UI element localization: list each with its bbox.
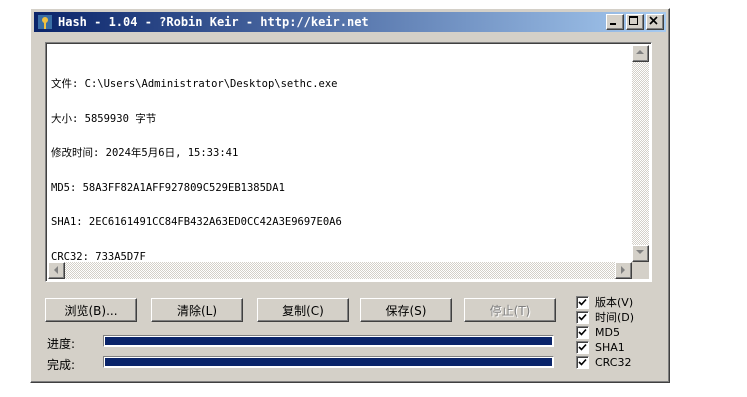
save-button[interactable]: 保存(S)	[360, 298, 452, 322]
sha1-line: SHA1: 2EC6161491CC84FB432A63ED0CC42A3E96…	[51, 216, 342, 228]
stop-button: 停止(T)	[464, 298, 556, 322]
scroll-down-button[interactable]	[632, 245, 649, 262]
checkbox-box[interactable]	[576, 325, 589, 339]
clear-button[interactable]: 清除(L)	[151, 298, 243, 322]
modified-line: 修改时间: 2024年5月6日, 15:33:41	[51, 147, 239, 159]
checkmark-icon	[578, 328, 587, 336]
scroll-up-button[interactable]	[632, 45, 649, 62]
checkbox-label: MD5	[595, 325, 620, 339]
checkbox-label: SHA1	[595, 340, 625, 354]
maximize-icon	[629, 16, 638, 25]
horizontal-scrollbar[interactable]	[48, 262, 632, 279]
scroll-left-button[interactable]	[48, 262, 65, 279]
checkbox-box[interactable]	[576, 355, 589, 369]
copy-button[interactable]: 复制(C)	[257, 298, 349, 322]
md5-line: MD5: 58A3FF82A1AFF927809C529EB1385DA1	[51, 181, 285, 194]
minimize-button[interactable]	[606, 14, 624, 30]
checkmark-icon	[578, 343, 587, 351]
complete-bar	[103, 356, 554, 368]
checkbox-md5[interactable]: MD5	[576, 325, 620, 339]
checkbox-box[interactable]	[576, 295, 589, 309]
results-textarea[interactable]: 文件: C:\Users\Administrator\Desktop\sethc…	[45, 42, 652, 282]
browse-button[interactable]: 浏览(B)...	[45, 298, 137, 322]
checkbox-box[interactable]	[576, 310, 589, 324]
app-icon	[38, 15, 52, 29]
checkmark-icon	[578, 358, 587, 366]
maximize-button[interactable]	[626, 14, 644, 30]
arrow-left-icon	[54, 266, 58, 274]
arrow-up-icon	[636, 50, 644, 54]
checkmark-icon	[578, 313, 587, 321]
scroll-right-button[interactable]	[615, 262, 632, 279]
checkbox-crc32[interactable]: CRC32	[576, 355, 631, 369]
progress-label: 进度:	[47, 337, 76, 351]
minimize-icon	[610, 23, 616, 25]
scroll-corner	[632, 262, 649, 279]
window-title: Hash - 1.04 - ?Robin Keir - http://keir.…	[58, 15, 369, 29]
results-text: 文件: C:\Users\Administrator\Desktop\sethc…	[51, 56, 342, 286]
close-button[interactable]	[646, 14, 664, 30]
checkbox-time[interactable]: 时间(D)	[576, 310, 634, 324]
title-bar[interactable]: Hash - 1.04 - ?Robin Keir - http://keir.…	[34, 12, 666, 32]
progress-bar	[103, 335, 554, 347]
checkbox-label: CRC32	[595, 355, 632, 369]
progress-fill	[105, 337, 552, 345]
complete-label: 完成:	[47, 358, 76, 372]
file-line: 文件: C:\Users\Administrator\Desktop\sethc…	[51, 78, 338, 90]
checkbox-box[interactable]	[576, 340, 589, 354]
arrow-down-icon	[636, 250, 644, 254]
close-icon	[649, 16, 658, 25]
arrow-right-icon	[621, 266, 625, 274]
vertical-scrollbar[interactable]	[632, 45, 649, 262]
size-line: 大小: 5859930 字节	[51, 112, 157, 125]
hash-window: Hash - 1.04 - ?Robin Keir - http://keir.…	[30, 8, 670, 383]
checkbox-sha1[interactable]: SHA1	[576, 340, 625, 354]
checkmark-icon	[578, 298, 587, 306]
complete-fill	[105, 358, 552, 366]
checkbox-version[interactable]: 版本(V)	[576, 295, 633, 309]
checkbox-label: 版本(V)	[595, 296, 634, 309]
checkbox-label: 时间(D)	[595, 311, 635, 324]
